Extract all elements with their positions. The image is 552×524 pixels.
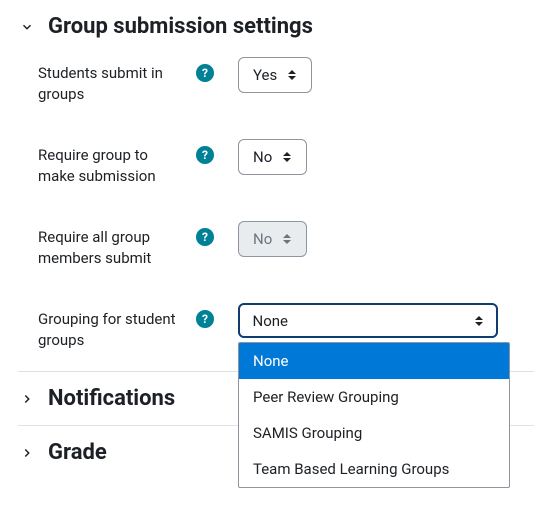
field-grouping: Grouping for student groups ? None None … (18, 303, 534, 351)
section-title-notifications: Notifications (48, 386, 175, 411)
select-require-group[interactable]: No (238, 139, 307, 175)
section-title-group-submission: Group submission settings (48, 14, 313, 39)
field-require-group: Require group to make submission ? No (18, 139, 534, 187)
sort-icon (282, 150, 292, 164)
sort-icon (474, 314, 484, 328)
select-grouping[interactable]: None (238, 303, 498, 338)
select-require-all-members: No (238, 221, 307, 257)
dropdown-option-none[interactable]: None (239, 343, 509, 379)
field-students-submit: Students submit in groups ? Yes (18, 57, 534, 105)
dropdown-option-peer-review[interactable]: Peer Review Grouping (239, 379, 509, 415)
dropdown-option-team-based[interactable]: Team Based Learning Groups (239, 451, 509, 487)
chevron-right-icon (18, 444, 36, 462)
field-label: Students submit in groups (38, 57, 188, 105)
select-value: None (253, 312, 289, 330)
field-label: Grouping for student groups (38, 303, 188, 351)
select-value: No (253, 148, 272, 166)
chevron-down-icon (18, 18, 36, 36)
section-header-group-submission[interactable]: Group submission settings (18, 14, 534, 39)
help-icon[interactable]: ? (196, 146, 214, 164)
field-require-all-members: Require all group members submit ? No (18, 221, 534, 269)
help-icon[interactable]: ? (196, 64, 214, 82)
select-value: No (253, 230, 272, 248)
field-label: Require all group members submit (38, 221, 188, 269)
select-value: Yes (253, 66, 277, 84)
chevron-right-icon (18, 390, 36, 408)
sort-icon (287, 68, 297, 82)
select-students-submit[interactable]: Yes (238, 57, 312, 93)
dropdown-grouping: None Peer Review Grouping SAMIS Grouping… (238, 342, 510, 488)
field-label: Require group to make submission (38, 139, 188, 187)
sort-icon (282, 232, 292, 246)
dropdown-option-samis[interactable]: SAMIS Grouping (239, 415, 509, 451)
help-icon[interactable]: ? (196, 228, 214, 246)
section-title-grade: Grade (48, 440, 107, 465)
help-icon[interactable]: ? (196, 310, 214, 328)
